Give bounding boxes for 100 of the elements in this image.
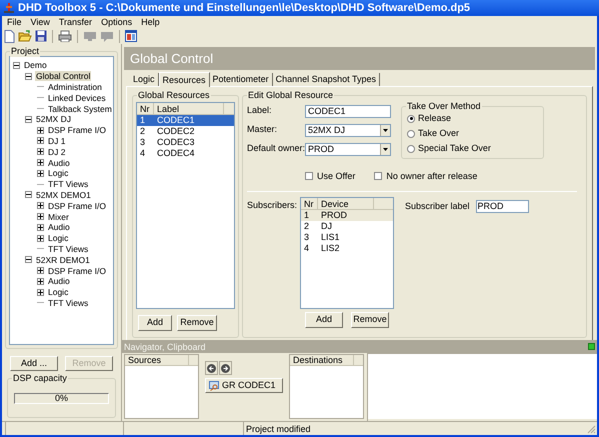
status-message: Project modified: [246, 422, 311, 434]
radio-label: Take Over: [418, 128, 460, 139]
expand-toggle[interactable]: [37, 170, 44, 177]
group-title: Take Over Method: [406, 100, 482, 112]
menu-item[interactable]: File: [7, 16, 22, 28]
speech-bubble-icon: [100, 30, 114, 42]
tree-item[interactable]: DSP Frame I/O: [47, 125, 107, 136]
tab[interactable]: Resources: [158, 72, 210, 87]
group-title: Project: [10, 45, 40, 57]
radio-label: Release: [418, 113, 452, 124]
collapse-toggle[interactable]: [13, 62, 20, 69]
expand-toggle[interactable]: [37, 278, 44, 285]
expand-toggle[interactable]: [37, 148, 44, 156]
checkbox-label: No owner after release: [386, 170, 478, 182]
radio-button[interactable]: [407, 130, 415, 138]
open-folder-icon: [18, 30, 32, 42]
list-row[interactable]: 3 CODEC3: [137, 137, 234, 148]
expand-toggle[interactable]: [37, 202, 44, 210]
tree-item[interactable]: TFT Views: [47, 244, 90, 254]
tree-item[interactable]: Audio: [47, 276, 71, 286]
expand-toggle[interactable]: [37, 159, 44, 166]
tab[interactable]: Potentiometer: [210, 73, 273, 86]
list-row[interactable]: 4 CODEC4: [137, 148, 234, 159]
header-title: Global Control: [130, 50, 214, 68]
group-title: Edit Global Resource: [247, 89, 334, 101]
collapse-toggle[interactable]: [25, 72, 32, 80]
group-title: DSP capacity: [12, 372, 68, 384]
add-button[interactable]: Add: [138, 315, 172, 331]
list-row[interactable]: 3 LIS1: [301, 232, 393, 243]
tree-item[interactable]: DJ 1: [47, 136, 66, 146]
add-button[interactable]: Add ...: [10, 356, 58, 371]
list-row[interactable]: 4 LIS2: [301, 243, 393, 254]
checkbox[interactable]: [374, 172, 382, 180]
list-row[interactable]: 2 CODEC2: [137, 126, 234, 137]
caret-icon: [383, 128, 388, 132]
menu-item[interactable]: Options: [101, 16, 132, 28]
list-row[interactable]: 1 CODEC1: [137, 115, 234, 126]
expand-toggle[interactable]: [37, 126, 44, 134]
tree-item[interactable]: DSP Frame I/O: [47, 266, 107, 276]
expand-toggle[interactable]: [37, 267, 44, 274]
app-icon: [3, 2, 15, 14]
new-file-icon: [4, 30, 15, 42]
dropdown[interactable]: PROD: [305, 142, 391, 156]
expand-toggle[interactable]: [37, 224, 44, 231]
radio-button[interactable]: [407, 144, 415, 152]
field-label: Subscriber label: [405, 200, 470, 213]
add-button[interactable]: Add: [305, 312, 343, 328]
tab[interactable]: Channel Snapshot Types: [272, 73, 380, 86]
arrow-left-icon: [207, 364, 216, 372]
resource-icon: [209, 380, 219, 390]
collapse-toggle[interactable]: [25, 116, 32, 123]
menu-item[interactable]: Transfer: [58, 16, 92, 28]
arrow-right-icon: [221, 364, 230, 372]
menu-item[interactable]: View: [30, 16, 50, 28]
remove-button[interactable]: Remove: [177, 315, 217, 331]
caret-icon: [383, 148, 388, 150]
dropdown[interactable]: 52MX DJ: [305, 124, 391, 136]
field-label: Default owner:: [247, 142, 305, 156]
tree-item[interactable]: 52MX DEMO1: [35, 190, 92, 200]
radio-button[interactable]: [407, 114, 415, 122]
collapse-toggle[interactable]: [25, 191, 32, 198]
tree-item[interactable]: DJ 2: [47, 146, 66, 157]
forward-button[interactable]: [219, 361, 232, 375]
collapse-toggle[interactable]: [25, 256, 32, 264]
radio-label: Special Take Over: [418, 143, 491, 154]
tree-item[interactable]: Global Control: [35, 71, 92, 82]
tree-item[interactable]: TFT Views: [47, 179, 90, 190]
tree-item[interactable]: Logic: [47, 168, 70, 178]
tree-item[interactable]: Demo: [23, 60, 48, 70]
tree-item[interactable]: Audio: [47, 158, 71, 168]
resize-grip: [587, 425, 596, 434]
expand-toggle[interactable]: [37, 213, 44, 220]
list-row[interactable]: 1 PROD: [301, 210, 393, 221]
tree-item[interactable]: Audio: [47, 222, 71, 232]
list-row[interactable]: 2 DJ: [301, 221, 393, 232]
tree-item[interactable]: 52XR DEMO1: [35, 254, 91, 265]
tree-item[interactable]: TFT Views: [47, 298, 90, 308]
expand-toggle[interactable]: [37, 137, 44, 144]
remove-button[interactable]: Remove: [351, 312, 389, 328]
group-title: Global Resources: [137, 89, 211, 101]
tree-item[interactable]: Mixer: [47, 212, 70, 222]
printer-icon: [58, 30, 72, 42]
expand-toggle[interactable]: [37, 234, 44, 242]
tree-item[interactable]: 52MX DJ: [35, 114, 72, 124]
back-button[interactable]: [205, 361, 218, 375]
tree-item[interactable]: Administration: [47, 82, 103, 92]
checkbox-label: Use Offer: [317, 170, 356, 182]
menu-item[interactable]: Help: [141, 16, 160, 28]
monitor-icon: [83, 30, 97, 42]
tree-item[interactable]: Talkback System: [47, 104, 113, 114]
tree-item[interactable]: Linked Devices: [47, 92, 107, 103]
text-field[interactable]: PROD: [476, 200, 529, 213]
expand-toggle[interactable]: [37, 288, 44, 296]
tree-item[interactable]: Logic: [47, 233, 70, 244]
text-field[interactable]: CODEC1: [305, 104, 391, 118]
tree-item[interactable]: DSP Frame I/O: [47, 200, 107, 211]
checkbox[interactable]: [305, 172, 313, 180]
tree-item[interactable]: Logic: [47, 287, 70, 298]
field-label: Label:: [247, 104, 273, 118]
clipboard-item[interactable]: GR CODEC1: [205, 378, 283, 393]
